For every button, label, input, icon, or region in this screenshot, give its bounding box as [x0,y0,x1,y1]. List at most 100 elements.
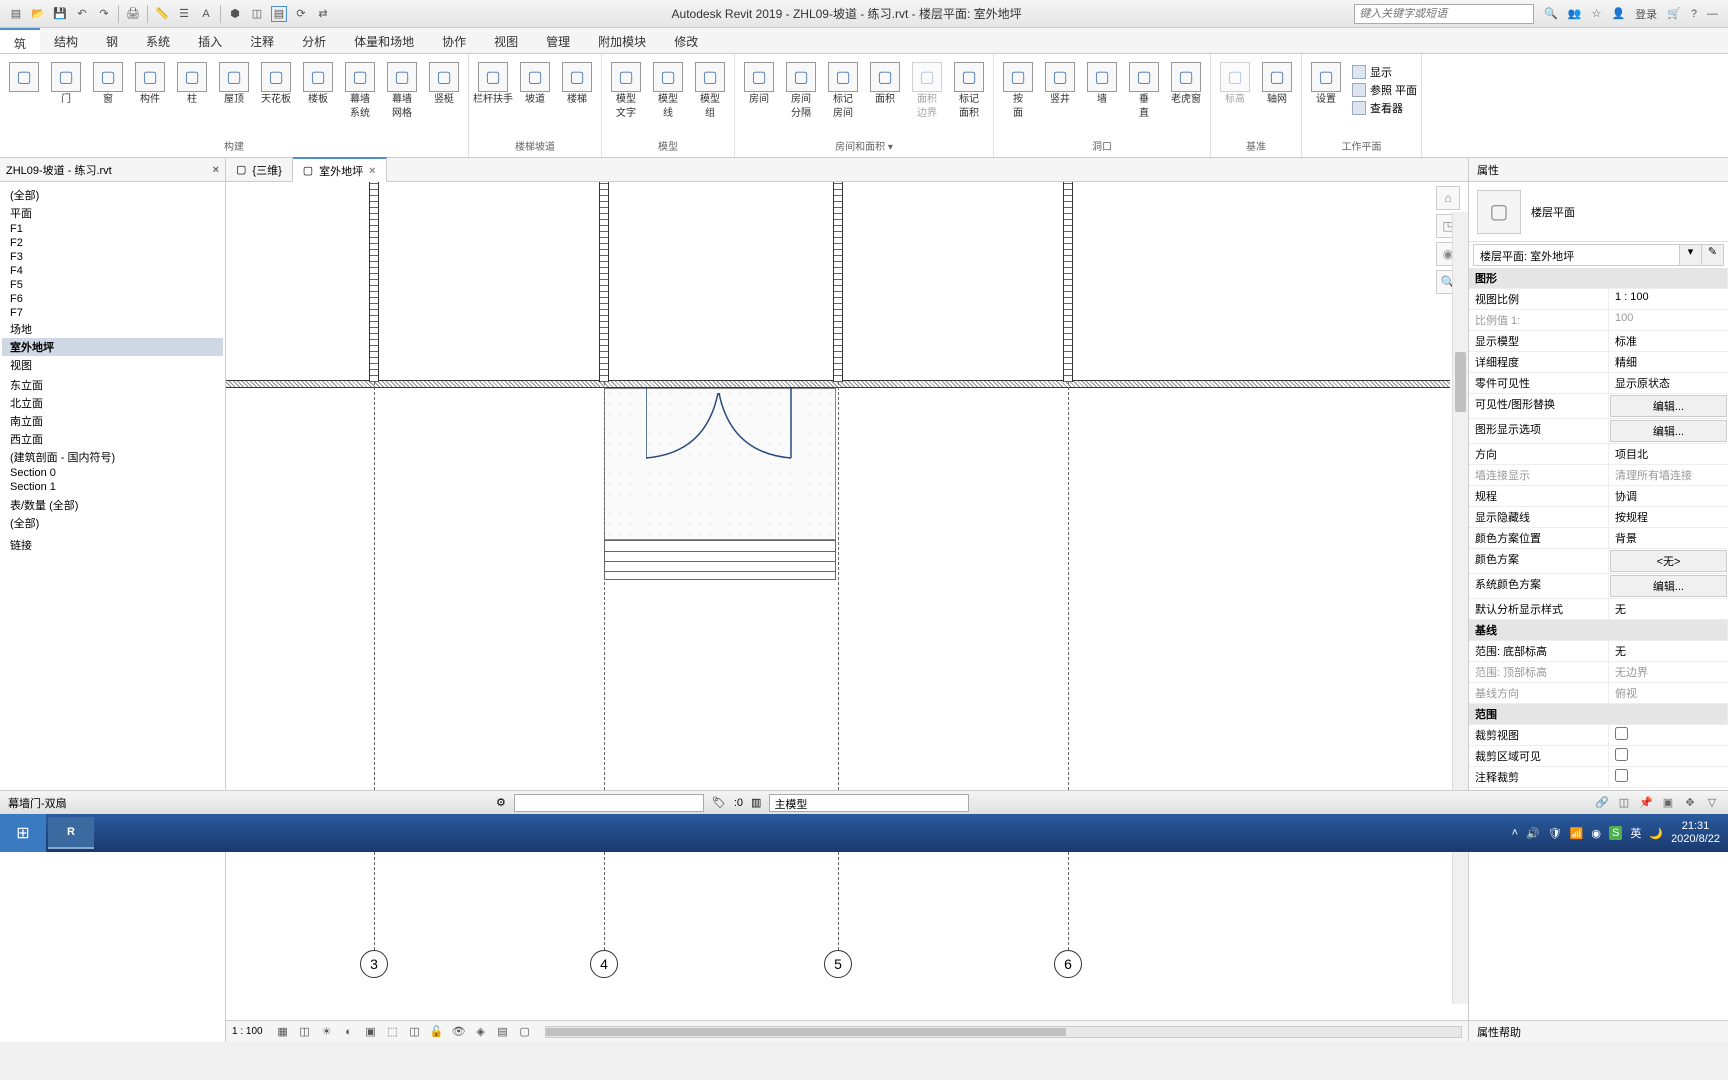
ribbon-item[interactable]: ▢竖井 [1040,60,1080,108]
sheet-icon[interactable]: ▤ [271,6,287,22]
prop-value[interactable]: 标准 [1609,331,1728,351]
grid-bubble[interactable]: 5 [824,950,852,978]
ribbon-item[interactable]: ▢门 [46,60,86,108]
ribbon-item[interactable]: ▢天花板 [256,60,296,108]
tree-item[interactable]: 南立面 [2,412,223,430]
browser-tree[interactable]: (全部)平面F1F2F3F4F5F6F7场地室外地坪视图东立面北立面南立面西立面… [0,182,225,558]
select-links-icon[interactable]: 🔗 [1594,795,1610,811]
prop-checkbox[interactable] [1615,727,1628,740]
tray-shield-icon[interactable]: 🛡 [1548,827,1562,840]
reveal-icon[interactable]: ◈ [473,1024,489,1040]
wall[interactable] [369,182,379,382]
comm-icon[interactable]: 👥 [1568,7,1582,20]
print-icon[interactable]: 🖨 [125,6,141,22]
prop-value[interactable]: 显示原状态 [1609,373,1728,393]
tab-structure[interactable]: 结构 [40,28,92,53]
redo-icon[interactable]: ↷ [96,6,112,22]
prop-value[interactable]: 背景 [1609,528,1728,548]
tree-item[interactable]: 西立面 [2,430,223,448]
ribbon-item[interactable]: ▢竖梃 [424,60,464,108]
measure-icon[interactable]: 📏 [154,6,170,22]
tree-item[interactable]: F4 [2,264,223,278]
grid-bubble[interactable]: 4 [590,950,618,978]
worksharing-icon[interactable]: ▤ [495,1024,511,1040]
tray-lang[interactable]: 英 [1630,825,1641,841]
ribbon-side-item[interactable]: 参照 平面 [1352,82,1417,98]
start-button[interactable]: ⊞ [0,814,46,852]
filter-sel-icon[interactable]: ▽ [1704,795,1720,811]
tab-view[interactable]: 视图 [480,28,532,53]
minimize-icon[interactable]: ― [1707,8,1718,20]
ribbon-item[interactable]: ▢房间 [739,60,779,108]
prop-value[interactable]: 项目北 [1609,444,1728,464]
tree-item[interactable]: 表/数量 (全部) [2,496,223,514]
tab-analyze[interactable]: 分析 [288,28,340,53]
tree-item[interactable]: 北立面 [2,394,223,412]
prop-group-header[interactable]: 基线 [1469,620,1728,641]
ribbon-item[interactable]: ▢设置 [1306,60,1346,108]
tree-item[interactable]: 视图 [2,356,223,374]
tree-item[interactable]: 室外地坪 [2,338,223,356]
tab-systems[interactable]: 系统 [132,28,184,53]
ribbon-item[interactable]: ▢楼板 [298,60,338,108]
tray-up-icon[interactable]: ˄ [1512,827,1518,839]
ribbon-side-item[interactable]: 查看器 [1352,100,1417,116]
drawing-canvas[interactable]: ⌂ ◳ ◉ 🔍 3456 [226,182,1468,1020]
prop-value[interactable] [1609,767,1728,787]
ribbon-item[interactable]: ▢标记房间 [823,60,863,122]
tray-nvidia-icon[interactable]: ◉ [1591,827,1601,840]
nav-home-icon[interactable]: ⌂ [1436,186,1460,210]
tree-item[interactable]: 平面 [2,204,223,222]
status-icon[interactable]: ⚙ [496,796,506,809]
tree-item[interactable]: 东立面 [2,376,223,394]
dropdown-icon[interactable]: ▾ [1679,245,1701,265]
search-icon[interactable]: 🔍 [1544,7,1558,20]
ribbon-item[interactable]: ▢老虎窗 [1166,60,1206,108]
tree-item[interactable]: (全部) [2,186,223,204]
save-icon[interactable]: 💾 [52,6,68,22]
ribbon-item[interactable]: ▢模型组 [690,60,730,122]
app-menu-icon[interactable]: ▤ [8,6,24,22]
scrollbar-horizontal[interactable] [545,1026,1462,1038]
select-face-icon[interactable]: ▣ [1660,795,1676,811]
tree-item[interactable]: 链接 [2,536,223,554]
ribbon-item[interactable]: ▢模型线 [648,60,688,122]
tray-ime-icon[interactable]: S [1609,826,1622,840]
tab-modify[interactable]: 修改 [660,28,712,53]
ribbon-item[interactable]: ▢坡道 [515,60,555,108]
prop-value[interactable] [1609,746,1728,766]
ribbon-item[interactable]: ▢按面 [998,60,1038,122]
text-icon[interactable]: A [198,6,214,22]
undo-icon[interactable]: ↶ [74,6,90,22]
sync-icon[interactable]: ⟳ [293,6,309,22]
ribbon-item[interactable]: ▢ [4,60,44,96]
view-tab[interactable]: ▢{三维} [226,158,293,182]
prop-edit-button[interactable]: <无> [1610,550,1727,572]
crop-vis-icon[interactable]: ◫ [407,1024,423,1040]
prop-value[interactable] [1609,725,1728,745]
tab-massing[interactable]: 体量和场地 [340,28,428,53]
ribbon-item[interactable]: ▢构件 [130,60,170,108]
ribbon-item[interactable]: ▢栏杆扶手 [473,60,513,108]
ribbon-item[interactable]: ▢轴网 [1257,60,1297,108]
tree-item[interactable]: Section 1 [2,480,223,494]
login-label[interactable]: 登录 [1635,6,1657,22]
prop-value[interactable]: 协调 [1609,486,1728,506]
filter-icon[interactable]: 🏷 [712,796,726,809]
door-swing[interactable] [646,388,796,468]
switch-icon[interactable]: ⇄ [315,6,331,22]
prop-value[interactable]: 1 : 100 [1609,289,1728,309]
edit-type-button[interactable]: ✎ [1701,245,1723,265]
ribbon-item[interactable]: ▢面积边界 [907,60,947,122]
ribbon-item[interactable]: ▢墙 [1082,60,1122,108]
tree-item[interactable]: F6 [2,292,223,306]
temp-hide-icon[interactable]: 👁 [451,1024,467,1040]
3d-icon[interactable]: ⬢ [227,6,243,22]
tab-manage[interactable]: 管理 [532,28,584,53]
ribbon-item[interactable]: ▢幕墙网格 [382,60,422,122]
tree-item[interactable]: (全部) [2,514,223,532]
tree-item[interactable]: F5 [2,278,223,292]
ribbon-item[interactable]: ▢标高 [1215,60,1255,108]
grid-bubble[interactable]: 6 [1054,950,1082,978]
crop-icon[interactable]: ⬚ [385,1024,401,1040]
